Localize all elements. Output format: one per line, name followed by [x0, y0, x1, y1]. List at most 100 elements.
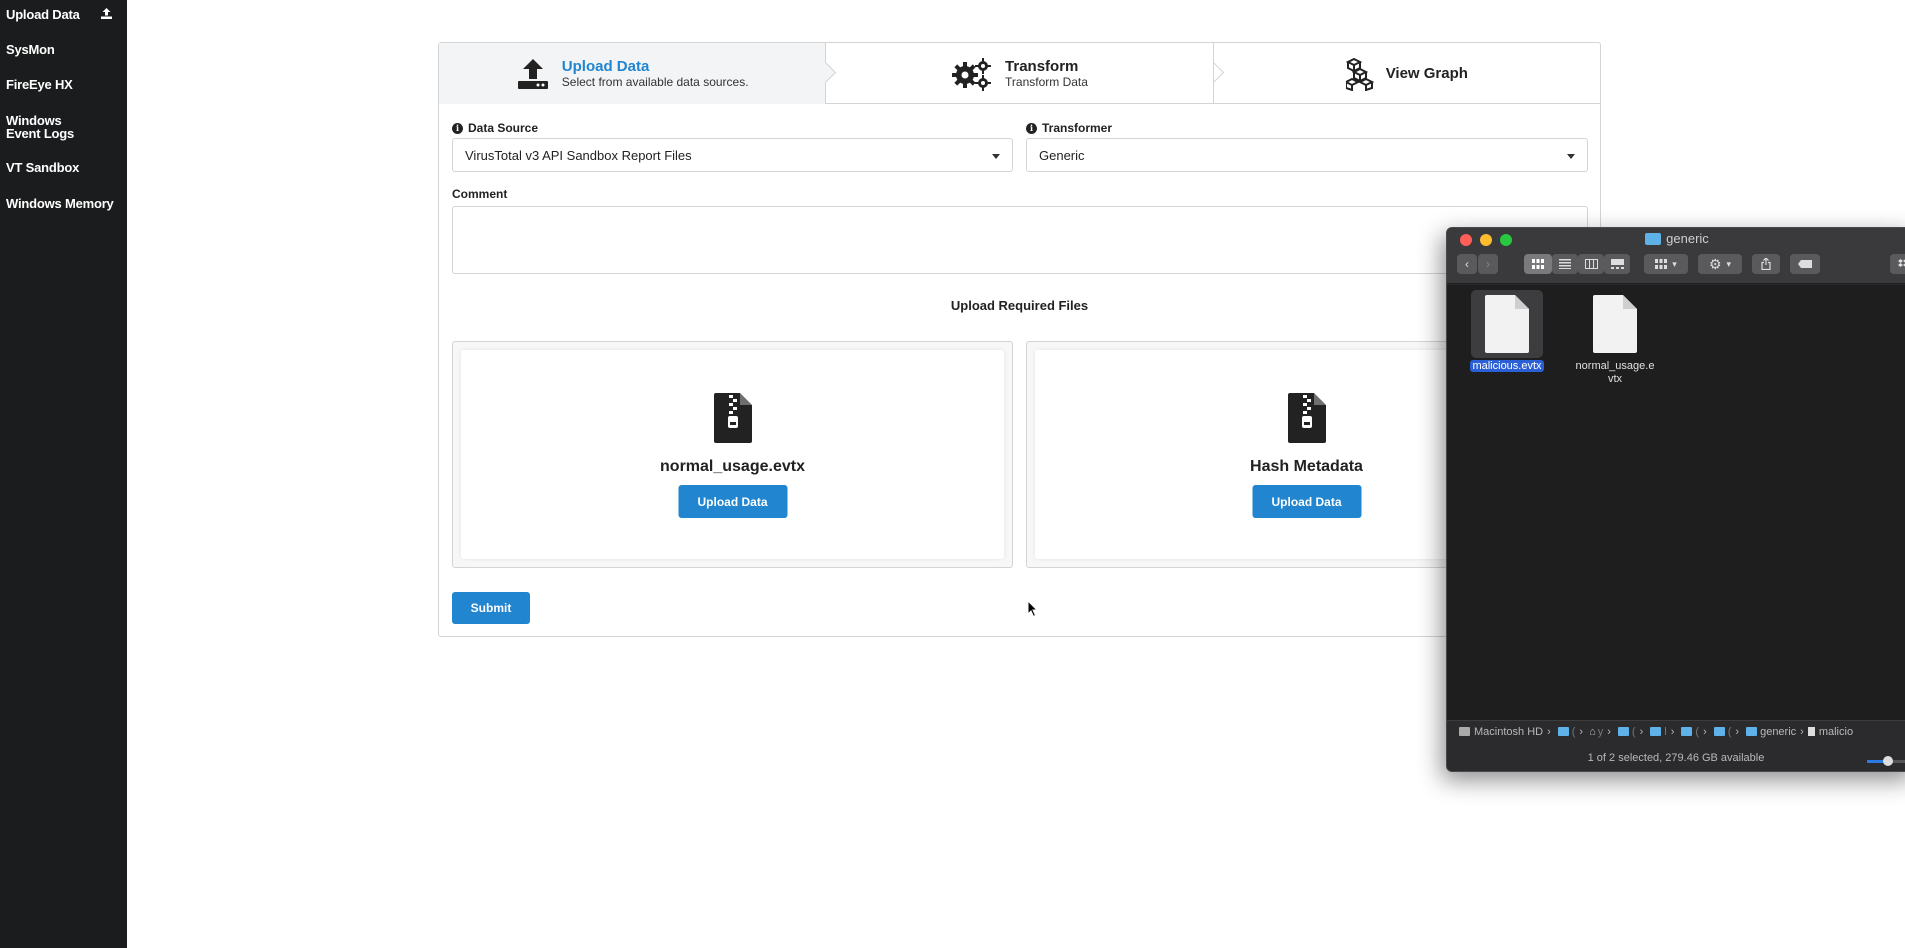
comment-label: Comment [452, 187, 508, 201]
transformer-label-text: Transformer [1042, 121, 1113, 135]
transformer-select[interactable]: Generic [1026, 138, 1588, 172]
folder-icon [1557, 727, 1569, 736]
hard-drive-icon [1459, 727, 1470, 736]
info-icon[interactable]: i [1026, 122, 1037, 134]
slider-knob[interactable] [1883, 756, 1893, 766]
file-zip-icon [713, 393, 752, 448]
forward-button[interactable]: › [1478, 254, 1498, 274]
chevron-right-icon: › [1735, 725, 1740, 738]
chevron-down-icon [992, 154, 1000, 159]
chevron-down-icon: ▾ [1726, 258, 1732, 269]
cubes-icon [1345, 57, 1374, 91]
finder-file-area[interactable]: malicious.evtx normal_usage.evtx [1447, 285, 1905, 720]
step-transform[interactable]: Transform Transform Data [825, 43, 1224, 104]
home-icon: ⌂ [1589, 725, 1596, 738]
upload-data-button[interactable]: Upload Data [678, 485, 787, 518]
finder-file-item[interactable]: malicious.evtx [1467, 290, 1547, 373]
folder-icon [1650, 727, 1662, 736]
sidebar-item-label: Upload Data [6, 7, 80, 22]
upload-form-card: Upload Data Select from available data s… [438, 42, 1601, 637]
path-crumb[interactable]: generic [1760, 726, 1796, 738]
upload-icon [100, 7, 113, 22]
path-crumb[interactable]: malicio [1819, 726, 1853, 738]
folder-icon [1645, 232, 1662, 245]
finder-titlebar[interactable]: generic ‹ › ▾ ⚙ ▾ [1447, 228, 1905, 284]
transformer-label: i Transformer [1026, 121, 1112, 135]
upload-panel: normal_usage.evtx Upload Data [461, 350, 1004, 559]
step-title: Upload Data [561, 58, 650, 75]
step-title: Transform [1005, 58, 1079, 75]
finder-status-bar: 1 of 2 selected, 279.46 GB available [1447, 742, 1905, 771]
file-name-label: malicious.evtx [1470, 360, 1544, 372]
upload-file-name: normal_usage.evtx [660, 458, 805, 475]
file-zip-icon [1287, 393, 1326, 448]
file-name: normal_usage.evtx [1575, 360, 1655, 386]
upload-icon [516, 57, 550, 91]
chevron-down-icon: ▾ [1672, 258, 1677, 269]
path-crumb[interactable]: Macintosh HD [1474, 726, 1543, 738]
column-view-button[interactable] [1578, 254, 1604, 274]
data-source-value: VirusTotal v3 API Sandbox Report Files [465, 147, 692, 163]
folder-icon [1617, 727, 1629, 736]
chevron-down-icon [1567, 154, 1575, 159]
mouse-cursor-icon [1027, 599, 1039, 623]
sidebar-item-sysmon[interactable]: SysMon [0, 43, 127, 56]
info-icon[interactable]: i [452, 122, 463, 134]
path-crumb[interactable]: y [1598, 726, 1604, 738]
upload-data-button[interactable]: Upload Data [1252, 485, 1361, 518]
step-title: View Graph [1385, 65, 1468, 82]
path-crumb[interactable]: ( [1572, 726, 1576, 738]
finder-path-bar: Macintosh HD › ( › ⌂ y › ( › l › ( › ( › … [1447, 720, 1905, 742]
chevron-right-icon: › [1670, 725, 1675, 738]
action-gear-button[interactable]: ⚙ ▾ [1698, 254, 1742, 274]
sidebar-item-fireeye-hx[interactable]: FireEye HX [0, 78, 127, 91]
sidebar-item-vt-sandbox[interactable]: VT Sandbox [0, 161, 127, 174]
finder-window[interactable]: generic ‹ › ▾ ⚙ ▾ malicious.evtx normal_… [1446, 227, 1905, 772]
data-source-select[interactable]: VirusTotal v3 API Sandbox Report Files [452, 138, 1013, 172]
finder-title-text: generic [1666, 231, 1709, 246]
chevron-right-icon: › [1607, 725, 1611, 738]
folder-icon [1713, 727, 1725, 736]
path-crumb[interactable]: l [1664, 726, 1666, 738]
icon-size-slider[interactable] [1867, 756, 1905, 766]
tag-button[interactable] [1790, 254, 1820, 274]
chevron-right-icon: › [1639, 725, 1644, 738]
step-view-graph[interactable]: View Graph [1212, 43, 1600, 104]
sidebar-item-windows-event-logs[interactable]: Windows Event Logs [0, 114, 100, 140]
finder-file-item[interactable]: normal_usage.evtx [1575, 290, 1655, 386]
data-source-label: i Data Source [452, 121, 538, 135]
chevron-right-icon: › [1579, 725, 1584, 738]
list-view-button[interactable] [1552, 254, 1578, 274]
data-source-label-text: Data Source [468, 121, 539, 135]
gear-icon: ⚙ [1708, 255, 1722, 272]
document-icon [1471, 290, 1543, 358]
chevron-right-icon: › [1703, 725, 1707, 738]
path-crumb[interactable]: ( [1728, 726, 1732, 738]
chevron-right-icon: › [1800, 725, 1804, 738]
group-by-button[interactable]: ▾ [1644, 254, 1688, 274]
path-crumb[interactable]: ( [1632, 726, 1636, 738]
share-button[interactable] [1752, 254, 1780, 274]
gears-icon [951, 57, 993, 91]
chevron-right-icon: › [1547, 725, 1551, 738]
folder-icon [1681, 727, 1693, 736]
sidebar-item-upload-data[interactable]: Upload Data [0, 8, 127, 21]
upload-box-normal-usage: normal_usage.evtx Upload Data [452, 341, 1013, 568]
comment-textarea[interactable] [452, 206, 1588, 274]
sidebar: Upload Data SysMon FireEye HX Windows Ev… [0, 0, 127, 948]
file-name: malicious.evtx [1467, 360, 1547, 373]
document-icon [1807, 727, 1815, 736]
submit-button[interactable]: Submit [452, 592, 530, 624]
gallery-view-button[interactable] [1604, 254, 1630, 274]
dropbox-button[interactable] [1890, 254, 1905, 274]
step-upload-data[interactable]: Upload Data Select from available data s… [439, 43, 837, 104]
icon-view-button[interactable] [1524, 254, 1552, 274]
step-description: Transform Data [1005, 75, 1088, 89]
upload-section-title: Upload Required Files [950, 298, 1089, 313]
path-crumb[interactable]: ( [1695, 726, 1699, 738]
sidebar-item-windows-memory[interactable]: Windows Memory [0, 197, 127, 210]
file-name-label: normal_usage.evtx [1575, 360, 1655, 385]
transformer-value: Generic [1039, 147, 1085, 163]
finder-title: generic [1447, 231, 1905, 246]
back-button[interactable]: ‹ [1457, 254, 1477, 274]
